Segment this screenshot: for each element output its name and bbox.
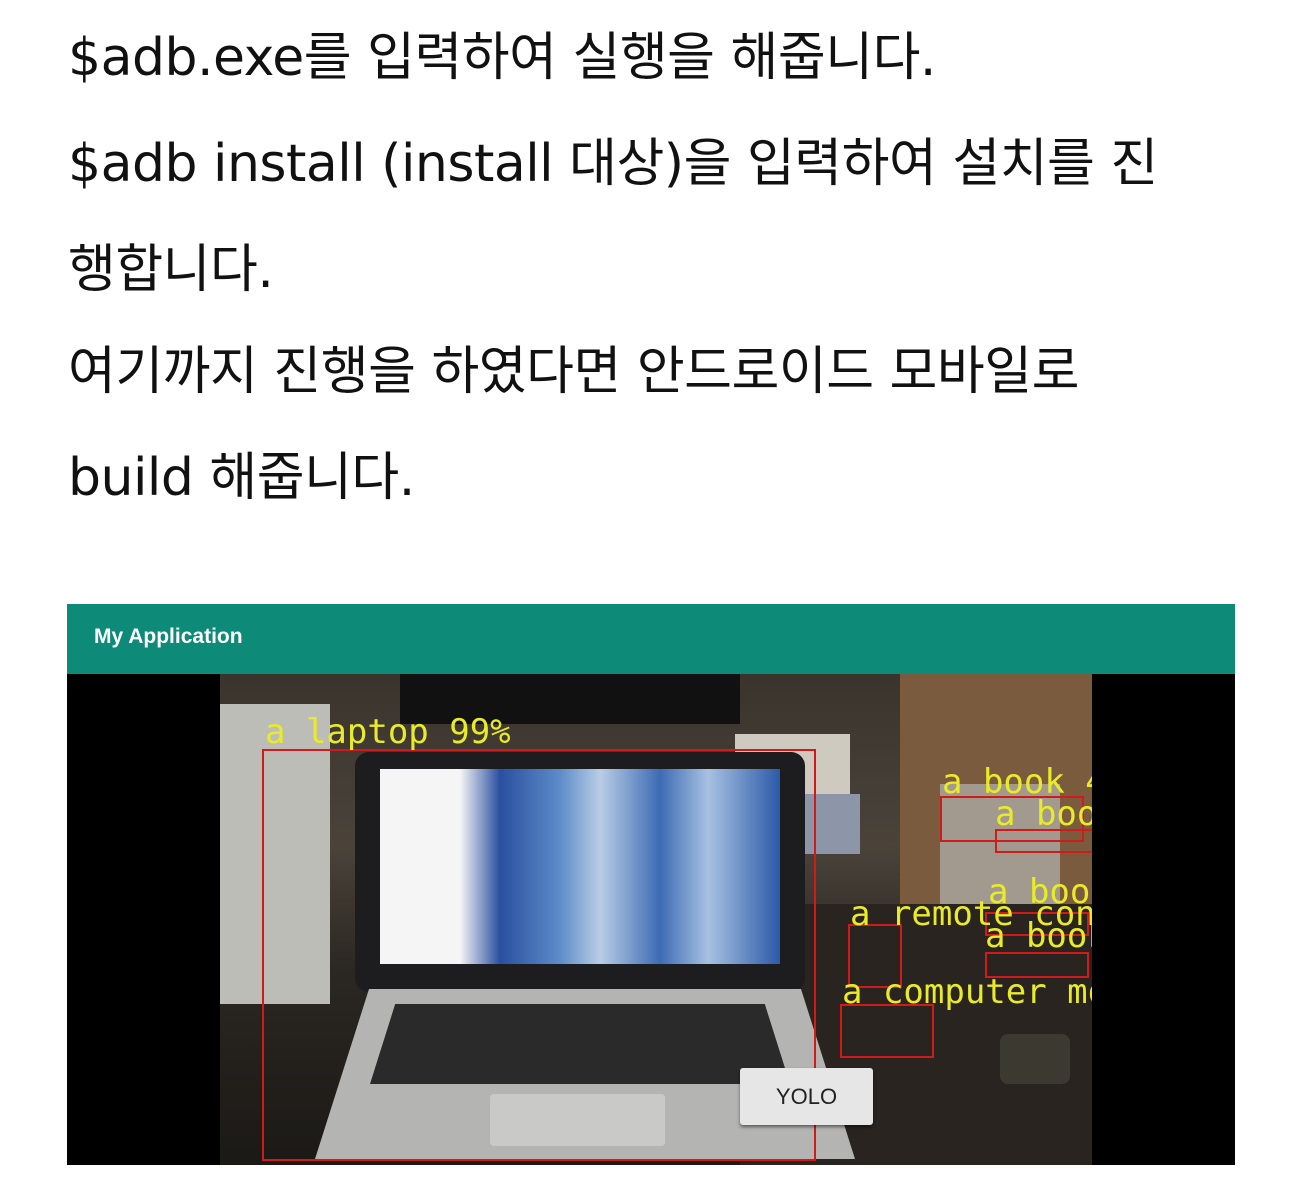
laptop-detection-box <box>262 749 816 1161</box>
app-screenshot: My Application a laptop 99% a book 40 a … <box>67 604 1235 1165</box>
robot-car <box>1000 1034 1070 1084</box>
paragraph-line-2: $adb install (install 대상)을 입력하여 설치를 진 <box>68 134 1158 194</box>
mouse-detection-box <box>840 1004 934 1058</box>
paragraph-line-1: $adb.exe를 입력하여 실행을 해줍니다. <box>68 28 936 88</box>
yolo-button[interactable]: YOLO <box>740 1068 873 1125</box>
paragraph-line-4: 여기까지 진행을 하였다면 안드로이드 모바일로 <box>68 342 1079 402</box>
app-toolbar: My Application <box>67 604 1235 674</box>
book-detection-label-2: a book <box>995 794 1092 834</box>
camera-preview: a laptop 99% a book 40 a book a book a b… <box>220 674 1092 1165</box>
mouse-detection-label: a computer mo <box>842 972 1092 1012</box>
paragraph-line-3: 행합니다. <box>68 240 274 300</box>
remote-detection-label: a remote cont <box>850 894 1092 934</box>
paragraph-line-5: build 해줍니다. <box>68 448 415 508</box>
laptop-detection-label: a laptop 99% <box>265 712 511 752</box>
app-title: My Application <box>94 625 243 648</box>
